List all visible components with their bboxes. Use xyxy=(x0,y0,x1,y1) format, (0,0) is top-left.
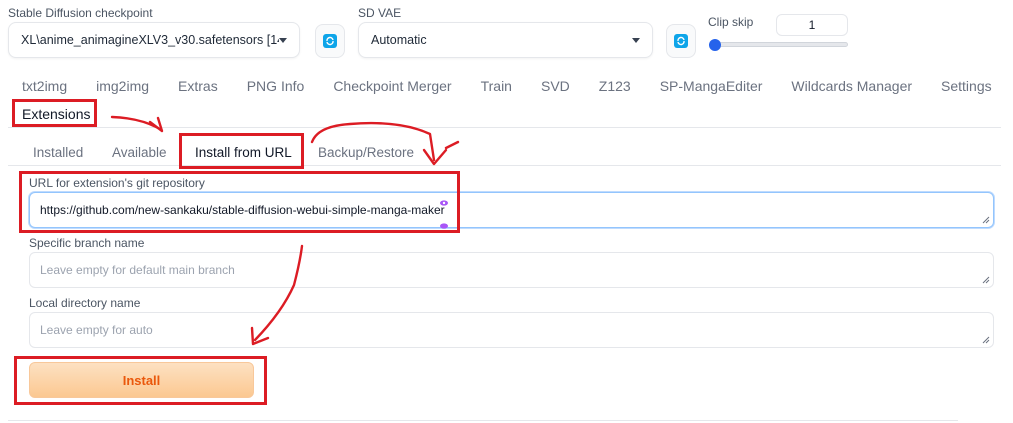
chevron-down-icon xyxy=(632,37,640,43)
refresh-icon xyxy=(674,34,688,48)
tab-checkpoint-merger[interactable]: Checkpoint Merger xyxy=(333,78,451,94)
branch-placeholder: Leave empty for default main branch xyxy=(40,263,235,277)
tab-png-info[interactable]: PNG Info xyxy=(247,78,305,94)
subtab-installed[interactable]: Installed xyxy=(33,145,83,160)
checkpoint-dropdown[interactable]: XL\anime_animagineXLV3_v30.safetensors [… xyxy=(8,22,300,58)
resize-grip-icon[interactable] xyxy=(982,336,990,344)
bottom-divider xyxy=(8,420,958,421)
clip-skip-label: Clip skip xyxy=(708,15,754,29)
tab-img2img[interactable]: img2img xyxy=(96,78,149,94)
tab-settings[interactable]: Settings xyxy=(941,78,992,94)
subtab-available[interactable]: Available xyxy=(112,145,167,160)
tab-z123[interactable]: Z123 xyxy=(599,78,631,94)
checkpoint-value: XL\anime_animagineXLV3_v30.safetensors [… xyxy=(21,33,279,47)
eye-icon[interactable] xyxy=(440,218,448,232)
refresh-icon xyxy=(323,34,337,48)
url-label: URL for extension's git repository xyxy=(29,176,205,190)
vae-dropdown[interactable]: Automatic xyxy=(358,22,653,58)
vae-label: SD VAE xyxy=(358,6,402,20)
clip-skip-slider-thumb[interactable] xyxy=(709,39,721,51)
subtab-backup-restore[interactable]: Backup/Restore xyxy=(318,145,414,160)
branch-label: Specific branch name xyxy=(29,236,145,250)
checkpoint-refresh-button[interactable] xyxy=(315,24,345,58)
dir-label: Local directory name xyxy=(29,296,141,310)
url-value: https://github.com/new-sankaku/stable-di… xyxy=(40,203,445,217)
resize-grip-icon[interactable] xyxy=(982,216,990,224)
sub-tab-divider xyxy=(8,165,1001,166)
tab-svd[interactable]: SVD xyxy=(541,78,570,94)
clip-skip-slider-track[interactable] xyxy=(712,42,848,47)
vae-value: Automatic xyxy=(371,33,427,47)
tab-extensions[interactable]: Extensions xyxy=(22,106,90,122)
vae-refresh-button[interactable] xyxy=(666,24,696,58)
subtab-install-from-url[interactable]: Install from URL xyxy=(195,145,292,160)
main-tab-bar: txt2img img2img Extras PNG Info Checkpoi… xyxy=(22,78,992,94)
tab-train[interactable]: Train xyxy=(481,78,512,94)
tab-wildcards-manager[interactable]: Wildcards Manager xyxy=(791,78,912,94)
url-input[interactable]: https://github.com/new-sankaku/stable-di… xyxy=(29,192,994,229)
checkpoint-label: Stable Diffusion checkpoint xyxy=(8,6,153,20)
eye-icon[interactable] xyxy=(440,195,448,209)
tab-extras[interactable]: Extras xyxy=(178,78,218,94)
chevron-down-icon xyxy=(279,37,287,43)
install-button[interactable]: Install xyxy=(29,362,254,398)
main-tab-divider xyxy=(8,127,1001,128)
dir-input[interactable]: Leave empty for auto xyxy=(29,312,994,348)
clip-skip-input[interactable]: 1 xyxy=(776,14,848,36)
branch-input[interactable]: Leave empty for default main branch xyxy=(29,252,994,288)
tab-sp-mangaediter[interactable]: SP-MangaEditer xyxy=(660,78,763,94)
dir-placeholder: Leave empty for auto xyxy=(40,323,153,337)
tab-txt2img[interactable]: txt2img xyxy=(22,78,67,94)
resize-grip-icon[interactable] xyxy=(982,276,990,284)
